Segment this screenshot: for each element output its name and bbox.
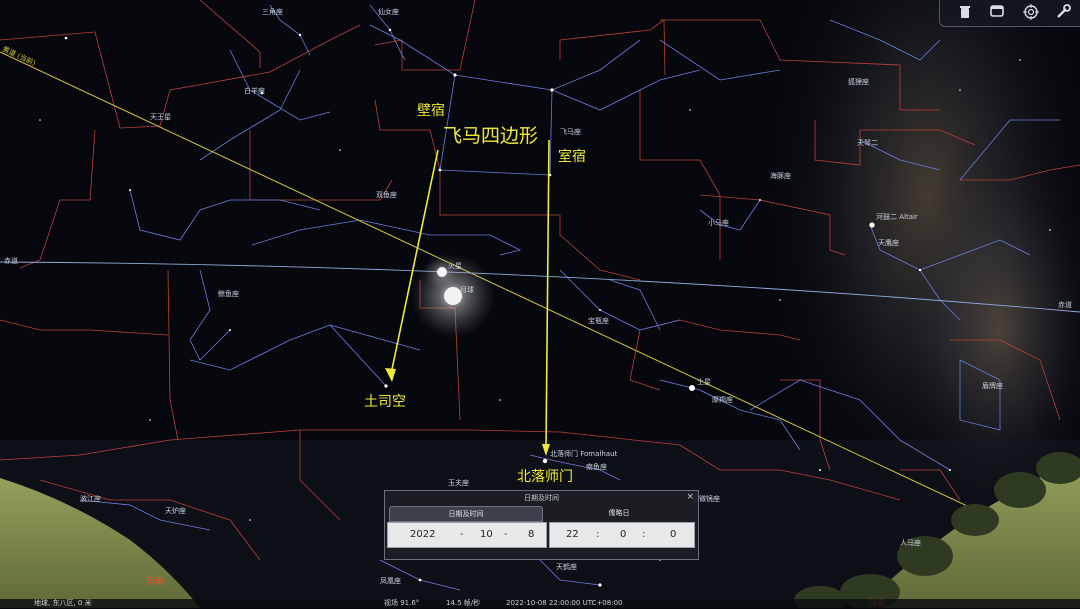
- label-haitun: 海豚座: [770, 172, 791, 180]
- minute-field[interactable]: 0: [620, 529, 626, 541]
- label-mojie: 摩羯座: [712, 396, 733, 404]
- time-input-group: 22 : 0 : 0: [549, 522, 695, 548]
- label-dunpai: 盾牌座: [982, 382, 1003, 390]
- label-baoping: 宝瓶座: [588, 317, 609, 325]
- label-xiaoma: 小马座: [708, 219, 729, 227]
- label-yutian: 玉夫座: [448, 479, 469, 487]
- date-separator: -: [504, 529, 508, 540]
- day-field[interactable]: 8: [528, 529, 534, 541]
- label-altair: 河鼓二 Altair: [876, 213, 918, 221]
- month-field[interactable]: 10: [480, 529, 493, 541]
- window-icon[interactable]: [988, 4, 1006, 22]
- label-fenghuang: 凤凰座: [380, 577, 401, 585]
- status-fps: 14.5 帧/秒: [446, 599, 481, 607]
- annotation-tusikong: 土司空: [364, 394, 406, 410]
- annotation-beiluo: 北落师门: [517, 469, 573, 485]
- label-moon: 月球: [460, 286, 474, 294]
- label-tianying: 天鹰座: [878, 239, 899, 247]
- date-input-group: 2022 - 10 - 8: [387, 522, 547, 548]
- date-separator: -: [460, 529, 464, 540]
- label-tianhe: 天鹤座: [556, 563, 577, 571]
- label-tianwang: 天王星: [150, 113, 171, 121]
- status-location: 地球, 东八区, 0 米: [34, 599, 92, 607]
- label-mars: 火星: [448, 262, 462, 270]
- trash-icon[interactable]: [956, 4, 974, 22]
- datetime-panel[interactable]: 日期及时间 × 日期及时间 儒略日 2022 - 10 - 8 22 : 0 :…: [384, 490, 699, 560]
- label-sanjiao: 三角座: [262, 8, 283, 16]
- close-icon[interactable]: ×: [686, 492, 694, 502]
- top-toolbar: [939, 0, 1080, 27]
- label-feima: 飞马座: [560, 128, 581, 136]
- status-bar: 地球, 东八区, 0 米 视场 91.6° 14.5 帧/秒 2022-10-0…: [0, 599, 1080, 608]
- datetime-title: 日期及时间: [524, 494, 559, 502]
- label-nanyu: 南鱼座: [586, 463, 607, 471]
- label-bojiang: 波江座: [80, 495, 101, 503]
- annotation-bisu: 壁宿: [417, 103, 445, 119]
- time-separator: :: [642, 529, 646, 540]
- mars[interactable]: [437, 267, 447, 277]
- label-hutu: 狐狸座: [848, 78, 869, 86]
- horizon-southeast: 东南: [146, 577, 165, 587]
- tab-datetime[interactable]: 日期及时间: [389, 506, 543, 522]
- status-datetime: 2022-10-08 22:00:00 UTC+08:00: [506, 599, 623, 607]
- label-fomalhaut: 北落师门 Fomalhaut: [550, 450, 618, 458]
- tab-julian-day[interactable]: 儒略日: [545, 506, 693, 520]
- second-field[interactable]: 0: [670, 529, 676, 541]
- label-jingyu: 鲸鱼座: [218, 290, 239, 298]
- status-fov: 视场 91.6°: [384, 599, 420, 607]
- wrench-icon[interactable]: [1054, 4, 1072, 22]
- year-field[interactable]: 2022: [410, 529, 435, 541]
- label-renma: 人马座: [900, 539, 921, 547]
- time-separator: :: [596, 529, 600, 540]
- label-baiyang: 白羊座: [244, 87, 265, 95]
- annotation-feima-square: 飞马四边形: [443, 125, 539, 147]
- hour-field[interactable]: 22: [566, 529, 579, 541]
- label-equator-left: 赤道: [4, 257, 18, 265]
- label-shuangyu: 双鱼座: [376, 191, 397, 199]
- label-xiannv: 仙女座: [378, 8, 399, 16]
- target-icon[interactable]: [1022, 4, 1040, 22]
- label-saturn: 土星: [697, 378, 711, 386]
- label-equator-right: 赤道: [1058, 301, 1072, 309]
- annotation-shisu: 室宿: [558, 149, 586, 165]
- label-tianlu: 天炉座: [165, 507, 186, 515]
- label-tianqin: 天琴二: [857, 139, 878, 147]
